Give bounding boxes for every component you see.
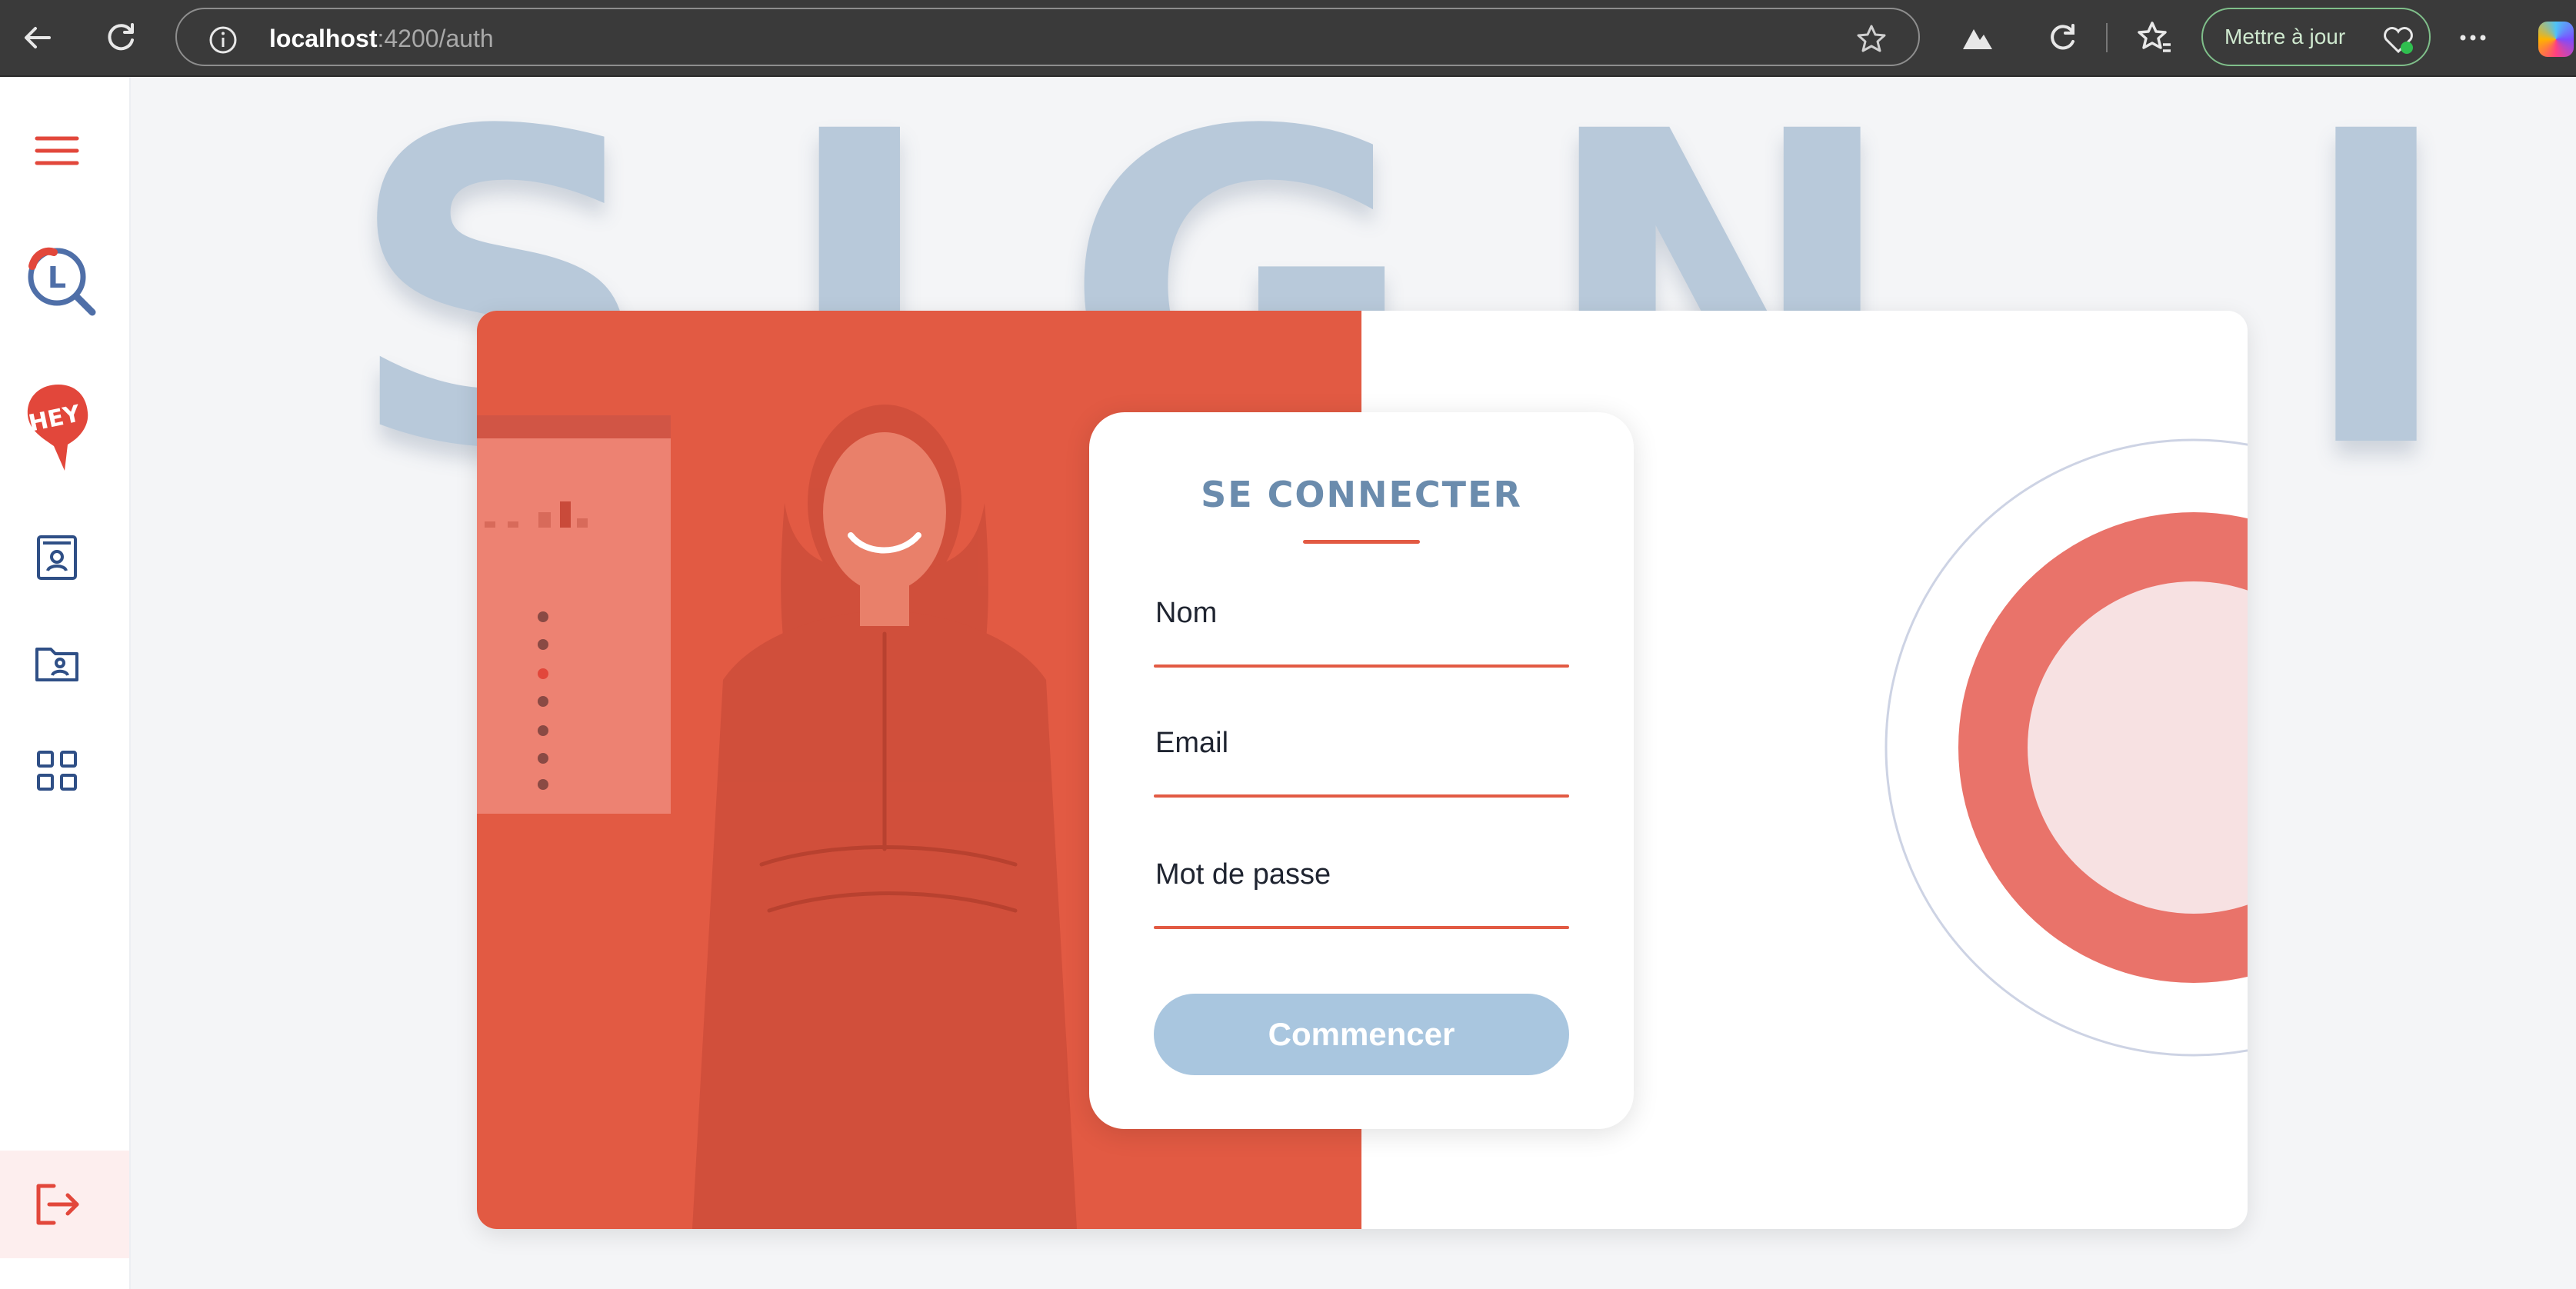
url-path: :4200/auth [377, 25, 494, 52]
email-field-underline [1154, 794, 1569, 798]
user-folder-icon[interactable] [26, 632, 88, 694]
update-label: Mettre à jour [2224, 25, 2346, 48]
email-field[interactable]: Email [1154, 716, 1569, 801]
password-field-underline [1154, 926, 1569, 929]
search-logo-icon[interactable]: L [17, 235, 102, 320]
mountain-extension-icon[interactable] [1958, 18, 1997, 57]
url-text[interactable]: localhost:4200/auth [269, 25, 494, 52]
copilot-icon[interactable] [2538, 22, 2574, 57]
name-field-label: Nom [1155, 597, 1218, 629]
update-heart-icon [2381, 22, 2415, 77]
form-title: SE CONNECTER [1201, 474, 1522, 515]
logout-icon [26, 1174, 88, 1235]
start-button[interactable]: Commencer [1154, 994, 1569, 1075]
sidebar: L HEY [0, 77, 131, 1289]
logout-button[interactable] [0, 1151, 129, 1258]
update-browser-button[interactable]: Mettre à jour [2201, 8, 2431, 66]
email-field-label: Email [1155, 727, 1229, 759]
hey-logo-icon[interactable]: HEY [20, 378, 97, 478]
address-bar[interactable]: localhost:4200/auth [175, 8, 1920, 66]
toolbar-divider [2106, 23, 2108, 52]
favorites-icon[interactable] [2135, 18, 2174, 57]
refresh-extension-icon[interactable] [2043, 18, 2081, 57]
contact-card-icon[interactable] [26, 526, 88, 588]
password-field-label: Mot de passe [1155, 858, 1331, 891]
back-arrow-icon[interactable] [18, 18, 57, 57]
url-host: localhost [269, 25, 378, 52]
svg-text:L: L [48, 261, 66, 295]
login-form: SE CONNECTER Nom Email Mot de passe Comm… [1089, 412, 1634, 1129]
browser-toolbar: localhost:4200/auth Mettre à jour [0, 0, 2576, 77]
name-field-underline [1154, 664, 1569, 668]
title-underline [1303, 540, 1420, 544]
hamburger-menu-icon[interactable] [26, 120, 88, 182]
name-field[interactable]: Nom [1154, 586, 1569, 671]
more-options-icon[interactable] [2454, 18, 2492, 57]
password-field[interactable]: Mot de passe [1154, 848, 1569, 932]
favorite-star-icon[interactable] [1855, 23, 1888, 59]
grid-apps-icon[interactable] [26, 740, 88, 801]
site-info-icon[interactable] [208, 25, 238, 59]
reload-icon[interactable] [102, 18, 140, 57]
